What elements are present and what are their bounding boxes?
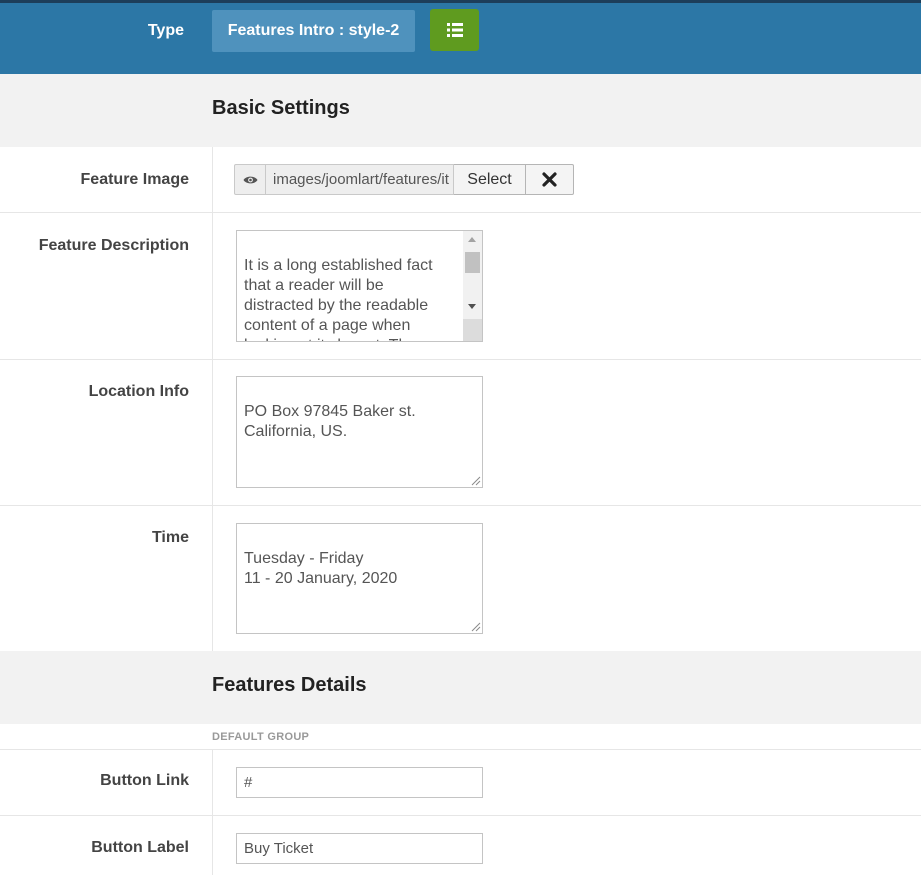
scrollbar-thumb[interactable]: [465, 252, 480, 273]
resize-corner[interactable]: [463, 319, 482, 341]
type-value-display[interactable]: Features Intro : style-2: [212, 10, 415, 52]
button-label-input[interactable]: Buy Ticket: [236, 833, 483, 864]
location-info-row: Location Info PO Box 97845 Baker st. Cal…: [0, 360, 921, 506]
time-textarea[interactable]: Tuesday - Friday 11 - 20 January, 2020: [236, 523, 483, 634]
field-label: Feature Description: [38, 237, 189, 254]
features-details-section-header: Features Details: [0, 651, 921, 724]
textarea-scrollbar[interactable]: [463, 231, 482, 341]
textarea-text: Tuesday - Friday 11 - 20 January, 2020: [244, 550, 398, 587]
field-label: Time: [151, 529, 189, 546]
divider: [212, 816, 213, 875]
media-field: images/joomlart/features/it Select: [234, 164, 574, 195]
basic-settings-section-header: Basic Settings: [0, 74, 921, 147]
resize-grip-icon: [463, 339, 482, 342]
select-button[interactable]: Select: [454, 164, 526, 195]
resize-grip-icon[interactable]: [470, 621, 481, 632]
resize-grip-icon[interactable]: [470, 475, 481, 486]
type-label: Type: [147, 22, 184, 39]
feature-description-textarea[interactable]: It is a long established fact that a rea…: [236, 230, 483, 342]
group-label: DEFAULT GROUP: [212, 731, 310, 743]
field-label: Button Label: [91, 839, 189, 856]
location-info-textarea[interactable]: PO Box 97845 Baker st. California, US.: [236, 376, 483, 488]
feature-description-row: Feature Description It is a long establi…: [0, 213, 921, 360]
preview-button[interactable]: [234, 164, 266, 195]
clear-button[interactable]: [526, 164, 574, 195]
section-title: Features Details: [212, 674, 367, 696]
image-path-input[interactable]: images/joomlart/features/it: [266, 164, 454, 195]
textarea-text: It is a long established fact that a rea…: [244, 257, 433, 341]
scroll-down-icon[interactable]: [468, 304, 476, 309]
type-header-bar: Type Features Intro : style-2: [0, 0, 921, 74]
textarea-text: PO Box 97845 Baker st. California, US.: [244, 403, 416, 440]
feature-image-row: Feature Image images/joomlart/features/i…: [0, 147, 921, 213]
time-row: Time Tuesday - Friday 11 - 20 January, 2…: [0, 506, 921, 652]
list-icon: [446, 23, 463, 37]
section-title: Basic Settings: [212, 97, 350, 119]
button-link-input[interactable]: #: [236, 767, 483, 798]
eye-icon: [243, 176, 257, 183]
divider: [212, 506, 213, 651]
button-link-row: Button Link #: [0, 750, 921, 816]
field-label: Feature Image: [80, 171, 189, 188]
close-icon: [542, 172, 557, 187]
divider: [212, 147, 213, 212]
list-view-button[interactable]: [430, 9, 479, 51]
field-label: Location Info: [88, 383, 189, 400]
scroll-up-icon[interactable]: [468, 237, 476, 242]
field-label: Button Link: [100, 772, 189, 789]
button-label-row: Button Label Buy Ticket: [0, 816, 921, 875]
divider: [212, 750, 213, 815]
divider: [212, 360, 213, 505]
divider: [212, 213, 213, 359]
